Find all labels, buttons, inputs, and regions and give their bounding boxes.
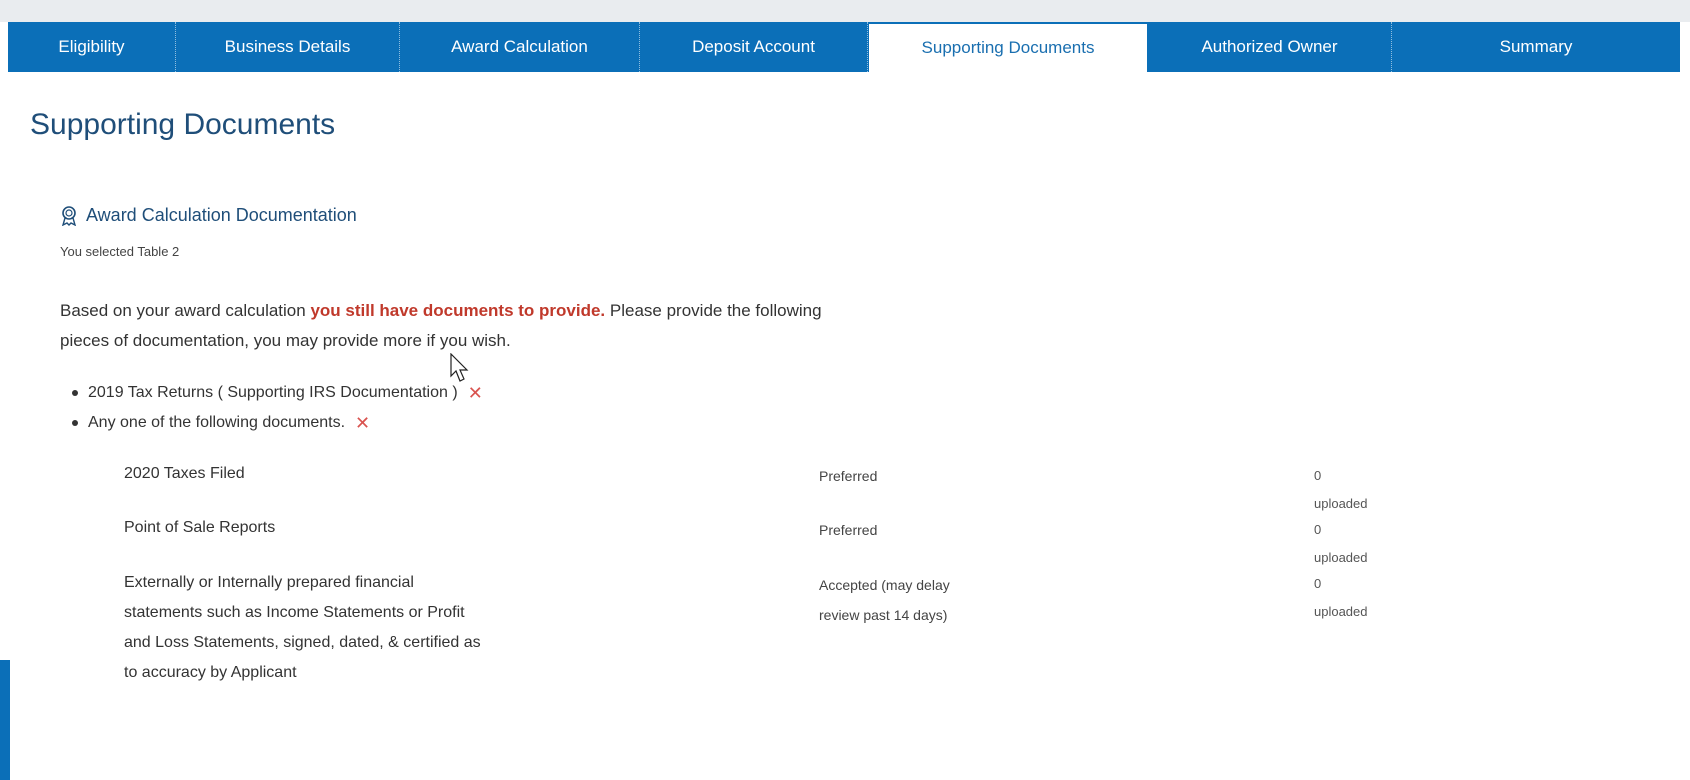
mouse-cursor-icon xyxy=(450,352,470,388)
document-name: Point of Sale Reports xyxy=(124,519,276,536)
page-title: Supporting Documents xyxy=(30,108,336,141)
document-upload-count: 0 uploaded xyxy=(1314,576,1368,619)
document-upload-count: 0 uploaded xyxy=(1314,522,1368,565)
tab-deposit-account[interactable]: Deposit Account xyxy=(640,22,868,72)
tab-authorized-owner[interactable]: Authorized Owner xyxy=(1148,22,1392,72)
document-name: Externally or Internally prepared financ… xyxy=(124,574,481,681)
tab-business-details[interactable]: Business Details xyxy=(176,22,400,72)
tab-supporting-documents[interactable]: Supporting Documents xyxy=(868,22,1148,72)
requirement-label: 2019 Tax Returns ( Supporting IRS Docume… xyxy=(88,384,458,401)
intro-text-start: Based on your award calculation xyxy=(60,301,311,320)
document-upload-count: 0 uploaded xyxy=(1314,468,1368,511)
section-heading: Award Calculation Documentation xyxy=(60,205,357,226)
list-item: Any one of the following documents. ✕ xyxy=(60,408,483,438)
document-status: Preferred xyxy=(819,522,878,538)
bullet-dot xyxy=(72,420,78,426)
document-status: Preferred xyxy=(819,468,878,484)
document-name: 2020 Taxes Filed xyxy=(124,465,245,482)
selected-table-text: You selected Table 2 xyxy=(60,244,180,259)
award-ribbon-icon xyxy=(60,205,78,226)
x-icon: ✕ xyxy=(355,412,371,433)
tab-eligibility[interactable]: Eligibility xyxy=(8,22,176,72)
list-item: 2019 Tax Returns ( Supporting IRS Docume… xyxy=(60,378,483,408)
requirements-list: 2019 Tax Returns ( Supporting IRS Docume… xyxy=(60,378,483,438)
section-title: Award Calculation Documentation xyxy=(86,205,357,225)
document-status: Accepted (may delay review past 14 days) xyxy=(819,577,950,623)
intro-alert-text: you still have documents to provide. xyxy=(310,301,606,320)
requirement-label: Any one of the following documents. xyxy=(88,414,346,431)
step-tabs: Eligibility Business Details Award Calcu… xyxy=(8,22,1680,72)
window-top-strip xyxy=(0,0,1690,22)
tab-summary[interactable]: Summary xyxy=(1392,22,1680,72)
bullet-dot xyxy=(72,390,78,396)
intro-paragraph: Based on your award calculation you stil… xyxy=(60,296,840,356)
left-edge-decoration xyxy=(0,660,10,780)
tab-award-calculation[interactable]: Award Calculation xyxy=(400,22,640,72)
